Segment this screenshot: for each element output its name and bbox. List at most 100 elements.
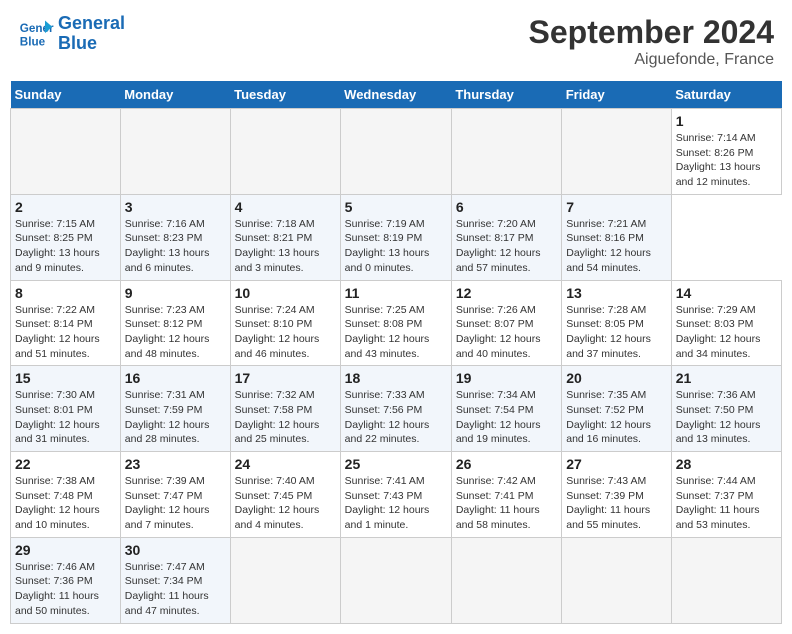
calendar-cell: 25 Sunrise: 7:41 AMSunset: 7:43 PMDayligh… <box>340 452 451 538</box>
day-number: 24 <box>235 456 336 472</box>
day-number: 6 <box>456 199 557 215</box>
day-info: Sunrise: 7:43 AMSunset: 7:39 PMDaylight:… <box>566 474 666 533</box>
weekday-header-row: SundayMondayTuesdayWednesdayThursdayFrid… <box>11 81 782 109</box>
calendar-cell <box>230 109 340 195</box>
day-number: 5 <box>345 199 447 215</box>
calendar-cell <box>340 109 451 195</box>
week-row-5: 22 Sunrise: 7:38 AMSunset: 7:48 PMDayligh… <box>11 452 782 538</box>
day-number: 22 <box>15 456 116 472</box>
day-info: Sunrise: 7:39 AMSunset: 7:47 PMDaylight:… <box>125 474 226 533</box>
weekday-header-thursday: Thursday <box>451 81 561 109</box>
day-number: 8 <box>15 285 116 301</box>
calendar-cell: 27 Sunrise: 7:43 AMSunset: 7:39 PMDayligh… <box>562 452 671 538</box>
day-info: Sunrise: 7:21 AMSunset: 8:16 PMDaylight:… <box>566 217 666 276</box>
calendar-cell: 9Sunrise: 7:23 AMSunset: 8:12 PMDaylight… <box>120 280 230 366</box>
calendar-cell: 4Sunrise: 7:18 AMSunset: 8:21 PMDaylight… <box>230 194 340 280</box>
logo-line1: General <box>58 13 125 33</box>
day-number: 10 <box>235 285 336 301</box>
day-number: 28 <box>676 456 777 472</box>
day-number: 20 <box>566 370 666 386</box>
calendar-cell: 22 Sunrise: 7:38 AMSunset: 7:48 PMDayligh… <box>11 452 121 538</box>
day-info: Sunrise: 7:14 AMSunset: 8:26 PMDaylight:… <box>676 131 777 190</box>
week-row-2: 2 Sunrise: 7:15 AMSunset: 8:25 PMDaylight… <box>11 194 782 280</box>
calendar-cell: 1 Sunrise: 7:14 AMSunset: 8:26 PMDaylight… <box>671 109 781 195</box>
calendar-cell: 24 Sunrise: 7:40 AMSunset: 7:45 PMDayligh… <box>230 452 340 538</box>
day-number: 1 <box>676 113 777 129</box>
day-info: Sunrise: 7:22 AMSunset: 8:14 PMDaylight:… <box>15 303 116 362</box>
day-number: 21 <box>676 370 777 386</box>
calendar-cell: 21 Sunrise: 7:36 AMSunset: 7:50 PMDayligh… <box>671 366 781 452</box>
day-info: Sunrise: 7:44 AMSunset: 7:37 PMDaylight:… <box>676 474 777 533</box>
day-info: Sunrise: 7:35 AMSunset: 7:52 PMDaylight:… <box>566 388 666 447</box>
day-number: 26 <box>456 456 557 472</box>
header: General Blue General Blue September 2024… <box>10 10 782 73</box>
calendar-cell: 13 Sunrise: 7:28 AMSunset: 8:05 PMDayligh… <box>562 280 671 366</box>
day-info: Sunrise: 7:36 AMSunset: 7:50 PMDaylight:… <box>676 388 777 447</box>
calendar-cell: 8 Sunrise: 7:22 AMSunset: 8:14 PMDaylight… <box>11 280 121 366</box>
logo-icon: General Blue <box>18 16 54 52</box>
day-number: 2 <box>15 199 116 215</box>
calendar-cell: 29Sunrise: 7:46 AMSunset: 7:36 PMDayligh… <box>11 537 121 623</box>
calendar-cell: 18Sunrise: 7:33 AMSunset: 7:56 PMDayligh… <box>340 366 451 452</box>
day-number: 25 <box>345 456 447 472</box>
calendar-cell <box>230 537 340 623</box>
weekday-header-tuesday: Tuesday <box>230 81 340 109</box>
day-info: Sunrise: 7:24 AMSunset: 8:10 PMDaylight:… <box>235 303 336 362</box>
calendar-cell: 10 Sunrise: 7:24 AMSunset: 8:10 PMDayligh… <box>230 280 340 366</box>
location-title: Aiguefonde, France <box>529 51 774 69</box>
day-number: 19 <box>456 370 557 386</box>
calendar-cell: 20 Sunrise: 7:35 AMSunset: 7:52 PMDayligh… <box>562 366 671 452</box>
day-info: Sunrise: 7:26 AMSunset: 8:07 PMDaylight:… <box>456 303 557 362</box>
day-info: Sunrise: 7:31 AMSunset: 7:59 PMDaylight:… <box>125 388 226 447</box>
day-number: 13 <box>566 285 666 301</box>
week-row-3: 8 Sunrise: 7:22 AMSunset: 8:14 PMDaylight… <box>11 280 782 366</box>
day-info: Sunrise: 7:46 AMSunset: 7:36 PMDaylight:… <box>15 560 116 619</box>
calendar-cell: 26 Sunrise: 7:42 AMSunset: 7:41 PMDayligh… <box>451 452 561 538</box>
calendar-cell: 17Sunrise: 7:32 AMSunset: 7:58 PMDayligh… <box>230 366 340 452</box>
day-number: 27 <box>566 456 666 472</box>
calendar-cell <box>340 537 451 623</box>
weekday-header-saturday: Saturday <box>671 81 781 109</box>
calendar-cell: 15Sunrise: 7:30 AMSunset: 8:01 PMDayligh… <box>11 366 121 452</box>
weekday-header-wednesday: Wednesday <box>340 81 451 109</box>
calendar-cell <box>671 537 781 623</box>
day-info: Sunrise: 7:15 AMSunset: 8:25 PMDaylight:… <box>15 217 116 276</box>
calendar-cell: 30Sunrise: 7:47 AMSunset: 7:34 PMDayligh… <box>120 537 230 623</box>
calendar-cell: 19 Sunrise: 7:34 AMSunset: 7:54 PMDayligh… <box>451 366 561 452</box>
month-title: September 2024 <box>529 14 774 51</box>
day-info: Sunrise: 7:28 AMSunset: 8:05 PMDaylight:… <box>566 303 666 362</box>
day-info: Sunrise: 7:47 AMSunset: 7:34 PMDaylight:… <box>125 560 226 619</box>
calendar-cell: 16Sunrise: 7:31 AMSunset: 7:59 PMDayligh… <box>120 366 230 452</box>
day-number: 7 <box>566 199 666 215</box>
logo-text: General Blue <box>58 14 125 54</box>
calendar-cell: 28 Sunrise: 7:44 AMSunset: 7:37 PMDayligh… <box>671 452 781 538</box>
title-block: September 2024 Aiguefonde, France <box>529 14 774 69</box>
day-info: Sunrise: 7:34 AMSunset: 7:54 PMDaylight:… <box>456 388 557 447</box>
day-info: Sunrise: 7:41 AMSunset: 7:43 PMDaylight:… <box>345 474 447 533</box>
day-info: Sunrise: 7:16 AMSunset: 8:23 PMDaylight:… <box>125 217 226 276</box>
calendar-cell: 11Sunrise: 7:25 AMSunset: 8:08 PMDayligh… <box>340 280 451 366</box>
day-info: Sunrise: 7:20 AMSunset: 8:17 PMDaylight:… <box>456 217 557 276</box>
calendar-cell: 12Sunrise: 7:26 AMSunset: 8:07 PMDayligh… <box>451 280 561 366</box>
calendar-cell <box>451 109 561 195</box>
day-number: 23 <box>125 456 226 472</box>
calendar-cell: 2 Sunrise: 7:15 AMSunset: 8:25 PMDaylight… <box>11 194 121 280</box>
calendar-cell: 6 Sunrise: 7:20 AMSunset: 8:17 PMDaylight… <box>451 194 561 280</box>
day-info: Sunrise: 7:38 AMSunset: 7:48 PMDaylight:… <box>15 474 116 533</box>
day-info: Sunrise: 7:32 AMSunset: 7:58 PMDaylight:… <box>235 388 336 447</box>
day-info: Sunrise: 7:42 AMSunset: 7:41 PMDaylight:… <box>456 474 557 533</box>
calendar-cell <box>451 537 561 623</box>
calendar-cell: 23 Sunrise: 7:39 AMSunset: 7:47 PMDayligh… <box>120 452 230 538</box>
day-info: Sunrise: 7:18 AMSunset: 8:21 PMDaylight:… <box>235 217 336 276</box>
weekday-header-monday: Monday <box>120 81 230 109</box>
calendar-cell: 14Sunrise: 7:29 AMSunset: 8:03 PMDayligh… <box>671 280 781 366</box>
calendar-cell: 5Sunrise: 7:19 AMSunset: 8:19 PMDaylight… <box>340 194 451 280</box>
day-info: Sunrise: 7:25 AMSunset: 8:08 PMDaylight:… <box>345 303 447 362</box>
calendar-cell: 3 Sunrise: 7:16 AMSunset: 8:23 PMDaylight… <box>120 194 230 280</box>
week-row-6: 29Sunrise: 7:46 AMSunset: 7:36 PMDayligh… <box>11 537 782 623</box>
day-number: 3 <box>125 199 226 215</box>
day-info: Sunrise: 7:40 AMSunset: 7:45 PMDaylight:… <box>235 474 336 533</box>
day-info: Sunrise: 7:23 AMSunset: 8:12 PMDaylight:… <box>125 303 226 362</box>
calendar-cell <box>562 537 671 623</box>
calendar-table: SundayMondayTuesdayWednesdayThursdayFrid… <box>10 81 782 624</box>
